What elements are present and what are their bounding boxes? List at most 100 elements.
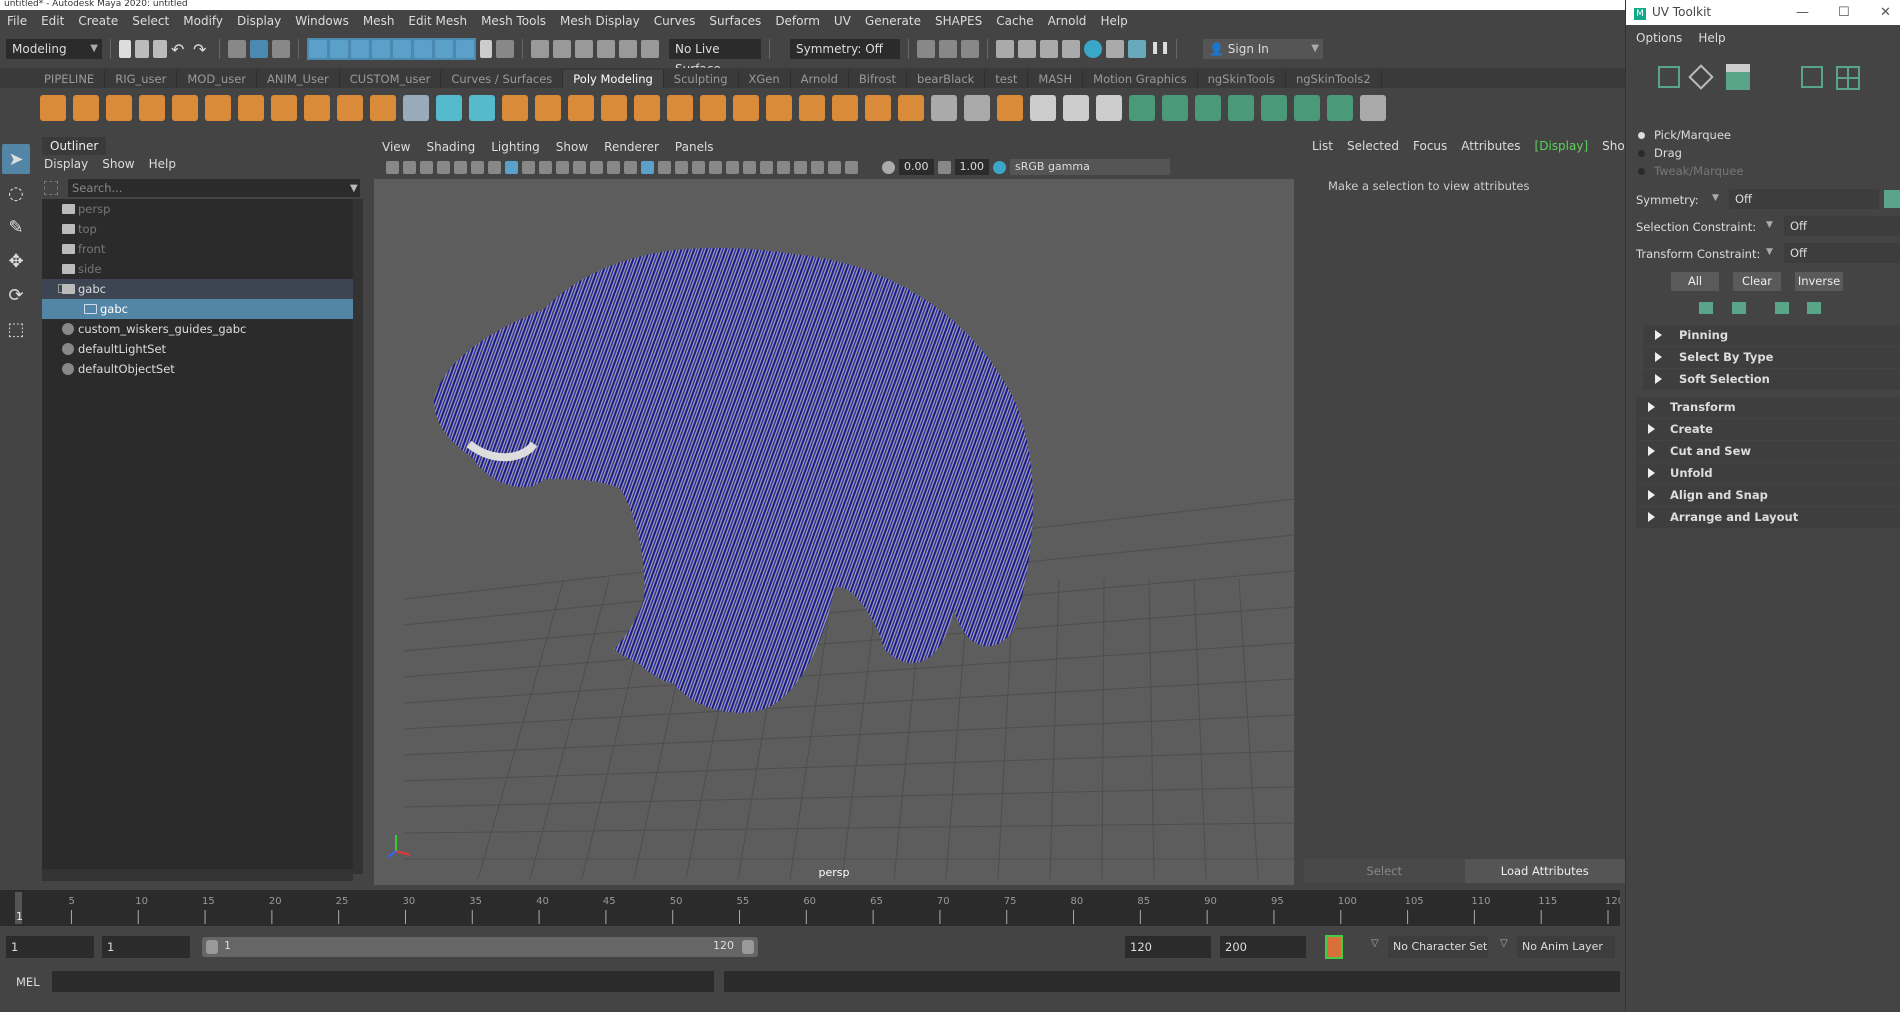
shadows-icon[interactable] [726, 160, 739, 174]
center-pivot-icon[interactable] [403, 95, 429, 121]
menu-create[interactable]: Create [71, 14, 125, 28]
retopo-icon[interactable] [700, 95, 726, 121]
grow-selection-icon[interactable] [1732, 302, 1746, 314]
lasso-tool-icon[interactable]: ◌ [2, 178, 30, 208]
section-cut-and-sew[interactable]: Cut and Sew [1636, 441, 1900, 462]
safe-action-icon[interactable] [590, 160, 603, 174]
menu-shapes[interactable]: SHAPES [928, 14, 989, 28]
open-scene-icon[interactable] [135, 40, 149, 58]
multicut-icon[interactable] [1030, 95, 1056, 121]
character-set-dropdown[interactable]: No Character Set [1388, 936, 1488, 958]
extrude-icon[interactable] [733, 95, 759, 121]
connect-icon[interactable] [1096, 95, 1122, 121]
shelf-tab-sculpting[interactable]: Sculpting [664, 70, 739, 88]
default-material-icon[interactable] [658, 160, 671, 174]
pivot-icon[interactable] [641, 40, 659, 58]
mirror-icon[interactable] [568, 95, 594, 121]
combine-icon[interactable] [502, 95, 528, 121]
outliner-item[interactable]: gabc [42, 279, 353, 299]
uv-shell-mode-icon[interactable] [1836, 66, 1860, 90]
playback-start-field[interactable]: 1 [102, 936, 190, 958]
uv-menu-options[interactable]: Options [1636, 31, 1682, 45]
render-frame-icon[interactable] [996, 40, 1014, 58]
shelf-tab-rig-user[interactable]: RIG_user [105, 70, 178, 88]
vertex-mode-icon[interactable] [1658, 66, 1680, 88]
type-tool-icon[interactable] [337, 95, 363, 121]
viewport-menu-shading[interactable]: Shading [426, 140, 475, 154]
select-tool-icon[interactable]: ➤ [2, 144, 30, 174]
outliner-search-input[interactable]: Search... [68, 179, 360, 197]
poly-cone-icon[interactable] [139, 95, 165, 121]
select-button[interactable]: Select [1304, 859, 1465, 883]
contour-stretch-icon[interactable] [1261, 95, 1287, 121]
live-surface-field[interactable]: No Live Surface [669, 39, 761, 76]
outliner-menu-display[interactable]: Display [44, 157, 88, 171]
poly-plane-icon[interactable] [205, 95, 231, 121]
sew-uv-icon[interactable] [1360, 95, 1386, 121]
cylindrical-map-icon[interactable] [1162, 95, 1188, 121]
shelf-tab-arnold[interactable]: Arnold [791, 70, 849, 88]
snap-grid-icon[interactable] [309, 40, 327, 58]
shelf-tab-motion-graphics[interactable]: Motion Graphics [1083, 70, 1198, 88]
edge-mode-icon[interactable] [1688, 64, 1714, 90]
wedge-icon[interactable] [898, 95, 924, 121]
uv-mode-icon[interactable] [1801, 66, 1823, 88]
arnold-render-icon[interactable] [1128, 40, 1146, 58]
select-lock-icon[interactable] [496, 40, 514, 58]
lights-icon[interactable] [709, 160, 722, 174]
shelf-tab-anim-user[interactable]: ANIM_User [257, 70, 340, 88]
outliner-vertical-scrollbar[interactable] [353, 199, 363, 874]
gamma-icon[interactable] [937, 160, 951, 174]
outliner-item[interactable]: custom_wiskers_guides_gabc [42, 319, 353, 339]
close-button[interactable]: ✕ [1880, 0, 1891, 25]
lock-camera-icon[interactable] [403, 160, 416, 174]
sign-in-dropdown[interactable]: 👤 Sign In ▼ [1203, 39, 1323, 59]
shelf-tab-ngskintools2[interactable]: ngSkinTools2 [1286, 70, 1382, 88]
menu-arnold[interactable]: Arnold [1041, 14, 1094, 28]
planar-map-icon[interactable] [1129, 95, 1155, 121]
bookmark-icon[interactable] [437, 160, 450, 174]
render-settings-icon-2[interactable] [1062, 40, 1080, 58]
viewport-menu-renderer[interactable]: Renderer [604, 140, 659, 154]
reduce-icon[interactable] [634, 95, 660, 121]
snap-surface-icon[interactable] [372, 40, 390, 58]
output-line-icon[interactable] [939, 40, 957, 58]
symmetry-dropdown[interactable]: Symmetry: Off [790, 39, 900, 59]
section-pinning[interactable]: Pinning [1643, 325, 1900, 346]
selection-constraint-dropdown-icon[interactable]: ▼ [1766, 220, 1773, 230]
command-language-label[interactable]: MEL [16, 975, 40, 989]
attr-menu-list[interactable]: List [1312, 139, 1333, 153]
time-slider[interactable]: 1 5 10 15 20 25 30 35 40 45 50 55 60 65 70 75 80 85 90 95 10… [0, 890, 1620, 926]
lock-icon[interactable] [480, 40, 492, 58]
history-icon[interactable] [531, 40, 549, 58]
render-sequence-icon[interactable] [1018, 40, 1036, 58]
symmetry-axis-icon[interactable] [1884, 190, 1900, 208]
boolean-icon[interactable] [997, 95, 1023, 121]
poly-sphere-icon[interactable] [40, 95, 66, 121]
motion-blur-icon[interactable] [760, 160, 773, 174]
outliner-item[interactable]: persp [42, 199, 353, 219]
snap-bake-icon[interactable] [435, 40, 453, 58]
select-hierarchy-icon[interactable] [228, 40, 246, 58]
shelf-tab-poly-modeling[interactable]: Poly Modeling [563, 70, 664, 88]
viewport-menu-view[interactable]: View [382, 140, 410, 154]
chamfer-icon[interactable] [964, 95, 990, 121]
wireframe-on-shaded-icon[interactable] [845, 160, 858, 174]
smooth-icon[interactable] [601, 95, 627, 121]
snap-point-icon[interactable] [351, 40, 369, 58]
separate-icon[interactable] [535, 95, 561, 121]
outliner-item[interactable]: side [42, 259, 353, 279]
section-select-by-type[interactable]: Select By Type [1643, 347, 1900, 368]
load-attributes-button[interactable]: Load Attributes [1464, 859, 1625, 883]
section-transform[interactable]: Transform [1636, 397, 1900, 418]
section-soft-selection[interactable]: Soft Selection [1643, 369, 1900, 390]
reverse-icon[interactable] [619, 40, 637, 58]
isolate-select-icon[interactable] [794, 160, 807, 174]
attr-menu-display[interactable]: [Display] [1535, 139, 1589, 153]
auto-map-icon[interactable] [1228, 95, 1254, 121]
section-unfold[interactable]: Unfold [1636, 463, 1900, 484]
minimize-button[interactable]: — [1796, 0, 1809, 25]
poly-torus-icon[interactable] [172, 95, 198, 121]
render-settings-icon[interactable] [961, 40, 979, 58]
safe-title-icon[interactable] [607, 160, 620, 174]
